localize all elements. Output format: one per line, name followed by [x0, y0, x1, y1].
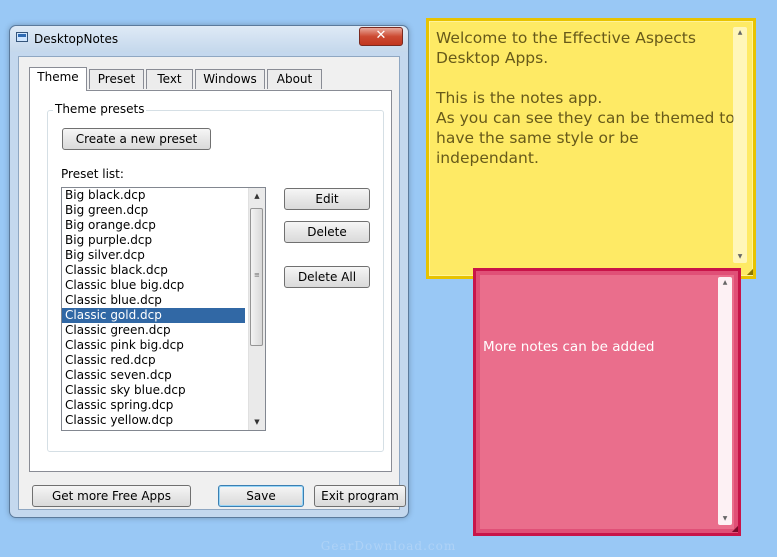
delete-all-button[interactable]: Delete All: [284, 266, 370, 288]
save-button[interactable]: Save: [218, 485, 304, 507]
tab-text[interactable]: Text: [146, 69, 193, 89]
resize-grip-icon[interactable]: ◢: [732, 525, 738, 533]
tab-about[interactable]: About: [267, 69, 322, 89]
preset-list-item[interactable]: Classic seven.dcp: [62, 368, 245, 383]
edit-button[interactable]: Edit: [284, 188, 370, 210]
theme-presets-group: Theme presets Create a new preset Preset…: [47, 102, 384, 452]
app-icon: [16, 32, 28, 42]
preset-list-item[interactable]: Classic spring.dcp: [62, 398, 245, 413]
watermark: GearDownload.com: [320, 539, 457, 553]
scroll-up-arrow-icon[interactable]: ▲: [718, 277, 732, 289]
yellow-note-scrollbar[interactable]: ▲ ▼: [733, 27, 747, 263]
delete-button[interactable]: Delete: [284, 221, 370, 243]
preset-list-item[interactable]: Classic red.dcp: [62, 353, 245, 368]
scroll-down-arrow-icon[interactable]: ▼: [249, 414, 265, 430]
preset-list-item[interactable]: Classic yellow.dcp: [62, 413, 245, 428]
pink-note[interactable]: More notes can be added ▲ ▼ ◢: [473, 268, 741, 536]
preset-list-item[interactable]: Classic sky blue.dcp: [62, 383, 245, 398]
preset-list-item[interactable]: Classic black.dcp: [62, 263, 245, 278]
preset-list-item[interactable]: Classic green.dcp: [62, 323, 245, 338]
tab-theme[interactable]: Theme: [29, 67, 87, 91]
scroll-down-arrow-icon[interactable]: ▼: [718, 513, 732, 525]
scroll-down-arrow-icon[interactable]: ▼: [733, 251, 747, 263]
preset-list-item[interactable]: Classic blue.dcp: [62, 293, 245, 308]
grip-icon: ≡: [254, 271, 260, 279]
exit-program-button[interactable]: Exit program: [314, 485, 406, 507]
tab-preset[interactable]: Preset: [89, 69, 144, 89]
preset-list-item[interactable]: Big black.dcp: [62, 188, 245, 203]
preset-list-item[interactable]: Big green.dcp: [62, 203, 245, 218]
yellow-note-text[interactable]: Welcome to the Effective Aspects Desktop…: [436, 28, 736, 168]
preset-list-scrollbar[interactable]: ▲ ≡ ▼: [248, 188, 265, 430]
preset-list-item[interactable]: Classic gold.dcp: [62, 308, 245, 323]
preset-list-item[interactable]: Big orange.dcp: [62, 218, 245, 233]
window-title: DesktopNotes: [34, 32, 119, 46]
close-button[interactable]: ✕: [359, 27, 403, 46]
preset-list-item[interactable]: Classic blue big.dcp: [62, 278, 245, 293]
pink-note-scrollbar[interactable]: ▲ ▼: [718, 277, 732, 525]
preset-list-label: Preset list:: [61, 167, 124, 181]
preset-list-item[interactable]: Classic pink big.dcp: [62, 338, 245, 353]
group-title: Theme presets: [53, 102, 147, 116]
scroll-up-arrow-icon[interactable]: ▲: [249, 188, 265, 204]
pink-note-text[interactable]: More notes can be added: [483, 339, 655, 355]
preset-listbox[interactable]: Big black.dcp Big green.dcp Big orange.dcp…: [61, 187, 266, 431]
tab-windows[interactable]: Windows: [195, 69, 265, 89]
theme-tab-panel: Theme presets Create a new preset Preset…: [29, 90, 392, 472]
preset-list-item[interactable]: Big silver.dcp: [62, 248, 245, 263]
title-bar[interactable]: DesktopNotes ✕: [10, 26, 408, 52]
yellow-note[interactable]: Welcome to the Effective Aspects Desktop…: [426, 18, 756, 279]
window-client-area: Theme Preset Text Windows About Theme pr…: [18, 56, 406, 510]
preset-items: Big black.dcp Big green.dcp Big orange.dcp…: [62, 188, 265, 428]
create-preset-button[interactable]: Create a new preset: [62, 128, 211, 150]
resize-grip-icon[interactable]: ◢: [747, 268, 753, 276]
scroll-up-arrow-icon[interactable]: ▲: [733, 27, 747, 39]
get-more-apps-button[interactable]: Get more Free Apps: [32, 485, 191, 507]
preset-list-item[interactable]: Big purple.dcp: [62, 233, 245, 248]
settings-window: DesktopNotes ✕ Theme Preset Text Windows…: [9, 25, 409, 518]
scroll-thumb[interactable]: ≡: [250, 208, 263, 346]
